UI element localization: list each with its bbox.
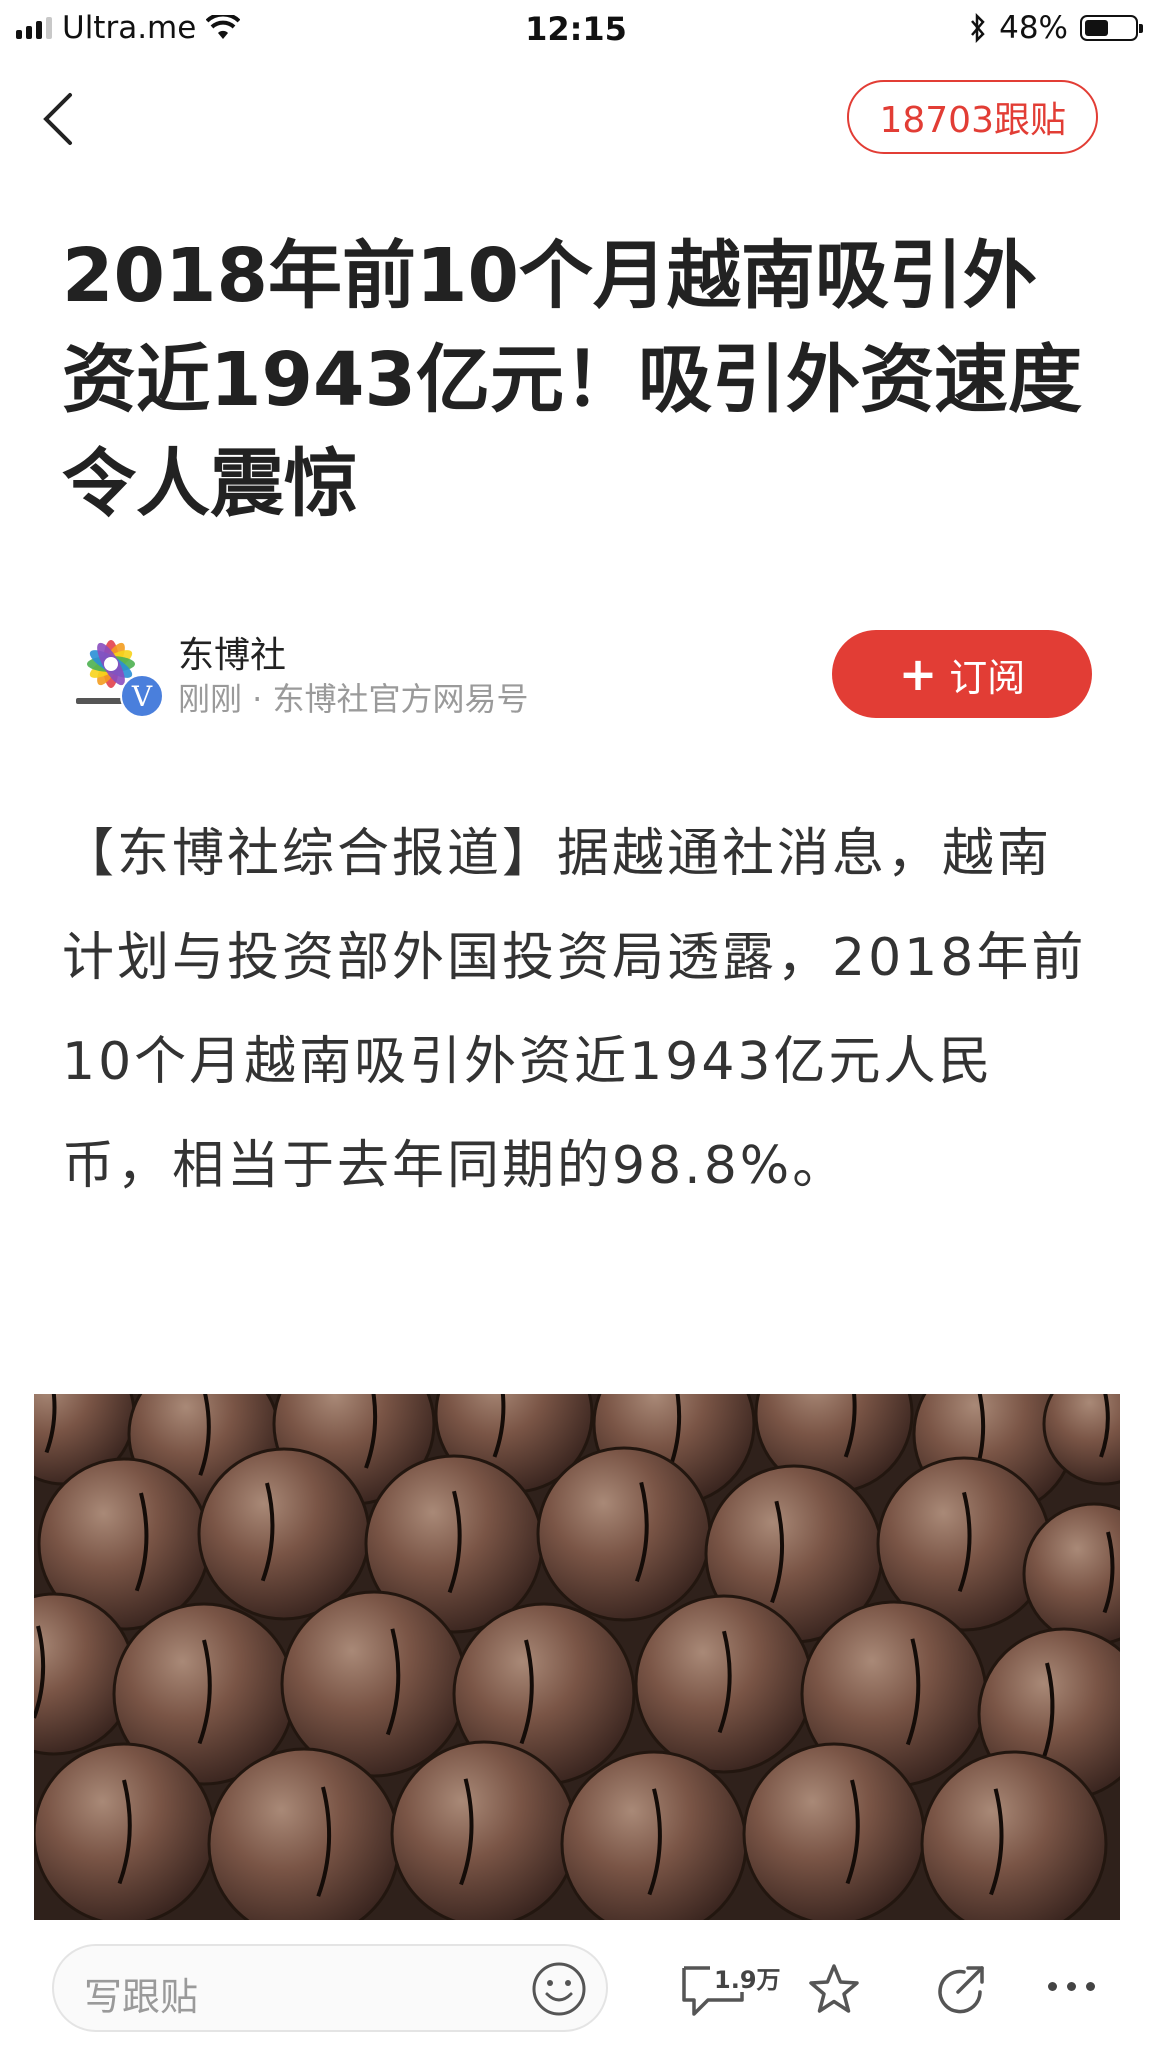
author-name[interactable]: 东博社 (178, 626, 286, 678)
reply-count-button[interactable]: 18703跟贴 (847, 80, 1098, 154)
article-title: 2018年前10个月越南吸引外资近1943亿元！吸引外资速度令人震惊 (62, 233, 1082, 527)
verified-badge: V (120, 674, 164, 718)
chevron-left-icon (43, 93, 72, 145)
back-button[interactable] (40, 84, 100, 154)
bottom-toolbar: 写跟贴 1.9万 (0, 1930, 1152, 2048)
comment-count: 1.9万 (714, 1966, 781, 1994)
nut-shape (34, 1742, 216, 1920)
nut-shape (742, 1742, 926, 1920)
plus-icon: + (898, 647, 938, 701)
status-bar: Ultra.me 12:15 48% (0, 0, 1152, 58)
subscribe-button[interactable]: + 订阅 (832, 630, 1092, 718)
subscribe-label: 订阅 (949, 655, 1026, 700)
nut-shape (634, 1594, 814, 1774)
status-right: 48% (969, 10, 1143, 46)
macadamia-nuts-image (34, 1394, 1120, 1920)
article-photo[interactable] (34, 1394, 1120, 1920)
nut-shape (390, 1740, 578, 1920)
battery-percent: 48% (999, 10, 1068, 46)
share-icon[interactable] (930, 1960, 990, 2020)
nut-shape (536, 1446, 712, 1622)
comment-placeholder: 写跟贴 (84, 1975, 199, 2019)
nut-shape (560, 1750, 748, 1920)
nut-shape (197, 1447, 371, 1621)
emoji-icon[interactable] (530, 1960, 588, 2018)
nut-shape (920, 1750, 1108, 1920)
article-body: 【东博社综合报道】据越通社消息，越南计划与投资部外国投资局透露，2018年前10… (62, 824, 1087, 1196)
bluetooth-icon (971, 13, 985, 43)
star-icon[interactable] (804, 1960, 864, 2020)
nut-shape (207, 1747, 401, 1920)
more-icon[interactable] (1048, 1982, 1096, 1996)
author-meta: 刚刚 · 东博社官方网易号 (178, 680, 529, 718)
battery-icon (1080, 15, 1143, 41)
comment-input[interactable]: 写跟贴 (52, 1944, 608, 2032)
